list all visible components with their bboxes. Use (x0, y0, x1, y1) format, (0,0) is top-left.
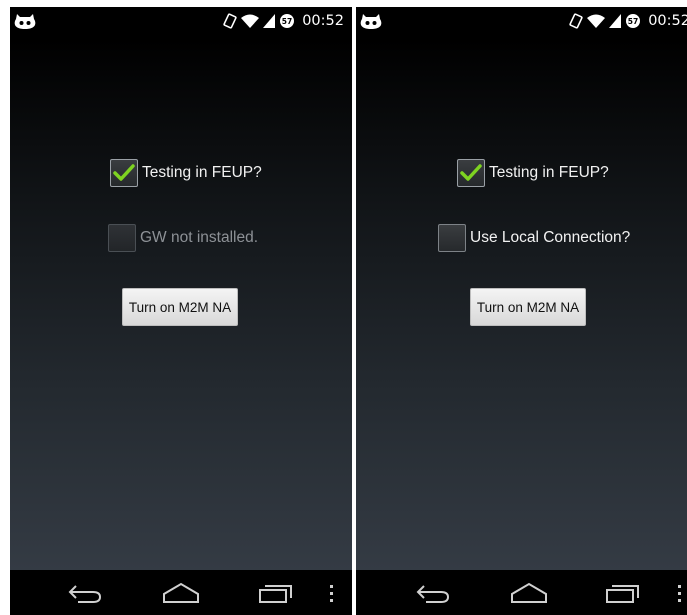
clock: 00:52 (302, 13, 344, 29)
turn-on-m2m-na-button[interactable]: Turn on M2M NA (122, 288, 238, 326)
cyanogenmod-icon (360, 14, 382, 29)
menu-icon[interactable] (676, 582, 684, 604)
battery-icon: 57 (280, 14, 295, 28)
checkmark-icon (113, 164, 135, 181)
phone-screen-left: 57 00:52 Testing in FEUP? GW not install… (10, 7, 352, 615)
battery-icon: 57 (626, 14, 641, 28)
testing-in-feup-label: Testing in FEUP? (489, 164, 609, 181)
navigation-bar (10, 570, 352, 615)
signal-icon (263, 14, 276, 28)
use-local-connection-label: Use Local Connection? (470, 229, 631, 246)
navigation-bar (356, 570, 687, 615)
back-icon[interactable] (68, 582, 102, 604)
wifi-icon (587, 14, 606, 28)
gw-not-installed-checkbox (108, 224, 136, 252)
menu-icon[interactable] (328, 582, 336, 604)
app-content: Testing in FEUP? GW not installed. Turn … (10, 39, 352, 570)
gw-not-installed-label: GW not installed. (140, 229, 259, 246)
status-bar: 57 00:52 (356, 7, 687, 39)
testing-in-feup-checkbox-row[interactable]: Testing in FEUP? (110, 159, 262, 187)
cyanogenmod-icon (14, 14, 36, 29)
vibrate-icon (223, 13, 237, 29)
clock: 00:52 (648, 13, 687, 29)
testing-in-feup-checkbox-row[interactable]: Testing in FEUP? (457, 159, 609, 187)
gw-not-installed-checkbox-row: GW not installed. (108, 224, 258, 252)
svg-text:57: 57 (282, 17, 292, 26)
svg-text:57: 57 (628, 17, 638, 26)
use-local-connection-checkbox-row[interactable]: Use Local Connection? (438, 224, 630, 252)
signal-icon (609, 14, 622, 28)
status-bar: 57 00:52 (10, 7, 352, 39)
vibrate-icon (569, 13, 583, 29)
recents-icon[interactable] (606, 582, 640, 604)
testing-in-feup-checkbox[interactable] (110, 159, 138, 187)
use-local-connection-checkbox[interactable] (438, 224, 466, 252)
home-icon[interactable] (162, 582, 200, 604)
home-icon[interactable] (510, 582, 548, 604)
turn-on-m2m-na-button[interactable]: Turn on M2M NA (470, 288, 586, 326)
phone-screen-right: 57 00:52 Testing in FEUP? Use Local Conn… (356, 7, 687, 615)
testing-in-feup-label: Testing in FEUP? (142, 164, 262, 181)
app-content: Testing in FEUP? Use Local Connection? T… (356, 39, 687, 570)
back-icon[interactable] (416, 582, 450, 604)
testing-in-feup-checkbox[interactable] (457, 159, 485, 187)
checkmark-icon (460, 164, 482, 181)
wifi-icon (241, 14, 260, 28)
recents-icon[interactable] (259, 582, 293, 604)
